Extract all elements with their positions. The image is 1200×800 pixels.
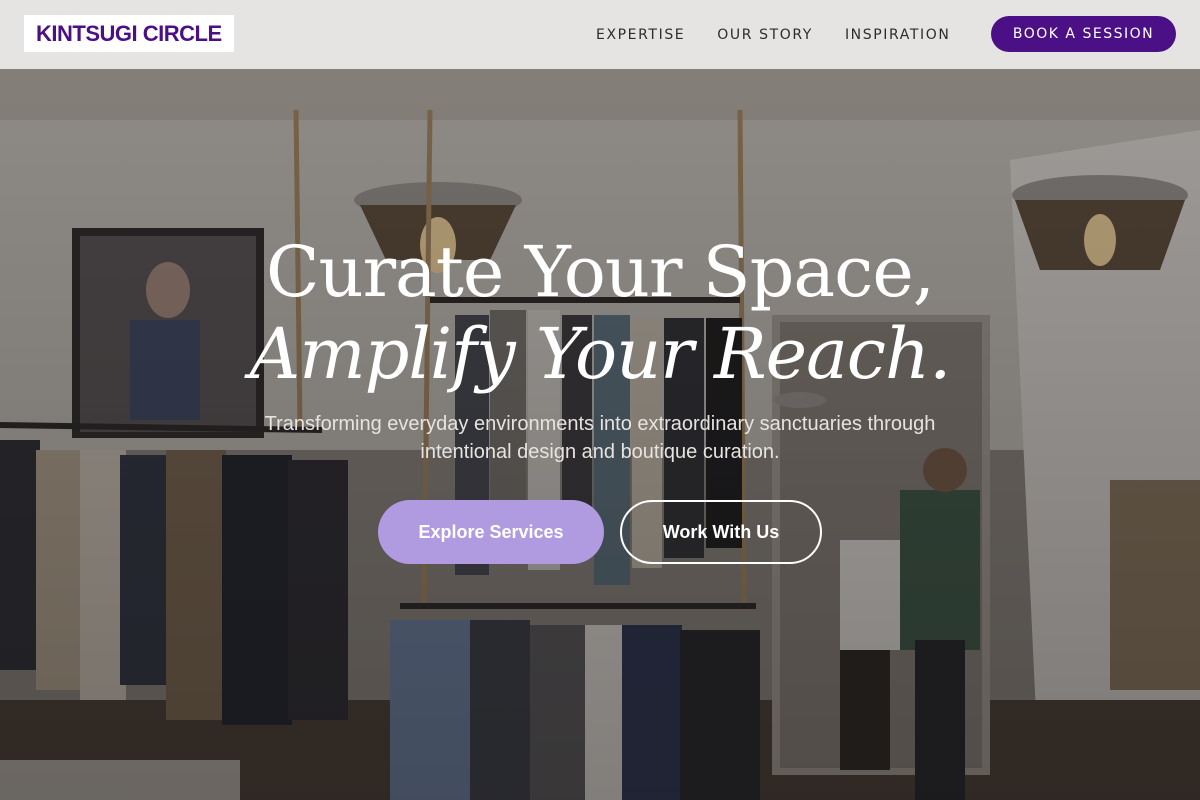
nav-link-inspiration[interactable]: INSPIRATION	[845, 27, 950, 43]
book-session-button[interactable]: BOOK A SESSION	[991, 16, 1176, 52]
nav-link-our-story[interactable]: OUR STORY	[717, 27, 813, 43]
brand-logo[interactable]: KINTSUGI CIRCLE	[24, 15, 234, 52]
explore-services-button[interactable]: Explore Services	[378, 500, 604, 564]
top-navbar: KINTSUGI CIRCLE EXPERTISE OUR STORY INSP…	[0, 0, 1200, 69]
hero-content: Curate Your Space, Amplify Your Reach. T…	[0, 230, 1200, 466]
work-with-us-button[interactable]: Work With Us	[620, 500, 822, 564]
hero-subtext: Transforming everyday environments into …	[264, 413, 936, 463]
hero-cta-row: Explore Services Work With Us	[0, 500, 1200, 564]
hero-headline: Curate Your Space, Amplify Your Reach.	[0, 230, 1200, 394]
headline-line-1: Curate Your Space,	[265, 231, 935, 313]
main-nav: EXPERTISE OUR STORY INSPIRATION	[596, 0, 982, 69]
headline-line-2: Amplify Your Reach.	[249, 313, 952, 395]
nav-link-expertise[interactable]: EXPERTISE	[596, 27, 685, 43]
